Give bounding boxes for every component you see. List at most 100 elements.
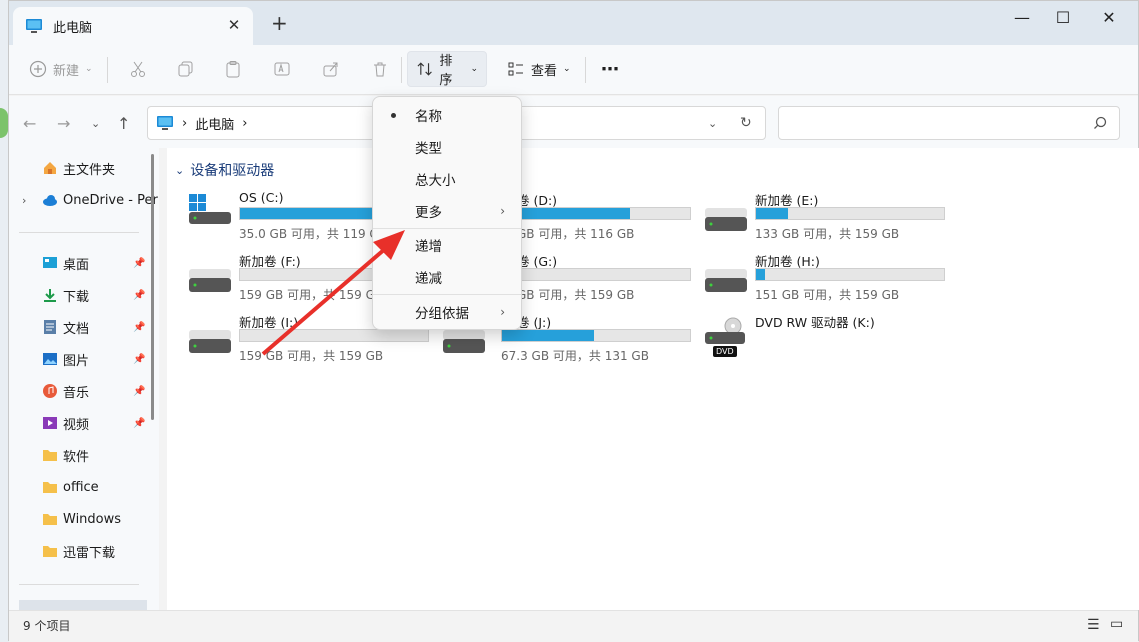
copy-button[interactable] (169, 51, 203, 87)
more-options-button[interactable]: ⋯ (593, 51, 627, 87)
menu-item-total-size[interactable]: 总大小 (373, 163, 521, 195)
content-scroll-area[interactable] (1129, 148, 1139, 610)
sidebar-scrollbar[interactable] (151, 154, 154, 420)
new-tab-button[interactable]: + (271, 13, 288, 33)
breadcrumb-separator: › (242, 115, 248, 131)
usage-bar (501, 207, 691, 220)
close-window-button[interactable]: ✕ (1086, 5, 1132, 31)
hard-drive-icon (443, 330, 485, 353)
sidebar-divider (19, 584, 139, 585)
tab-strip: 此电脑 ✕ + — ☐ ✕ (9, 1, 1138, 45)
view-button[interactable]: 查看 ⌄ (499, 51, 579, 87)
music-icon (43, 384, 57, 398)
search-input[interactable] (778, 106, 1120, 140)
file-list-pane: ⌄ 设备和驱动器 OS (C:) 35.0 GB 可用，共 119 GB 卷 (… (167, 148, 1139, 610)
view-list-icon (508, 62, 523, 76)
usage-bar (755, 207, 945, 220)
menu-item-type[interactable]: 类型 (373, 131, 521, 163)
annotation-arrow (261, 230, 405, 356)
tab-this-pc[interactable]: 此电脑 ✕ (13, 7, 253, 45)
menu-item-name[interactable]: 名称 (373, 99, 521, 131)
video-icon (43, 417, 57, 429)
breadcrumb-separator: › (182, 115, 188, 131)
toolbar-divider (107, 57, 108, 83)
sidebar-item-pictures[interactable]: 图片 📌 (9, 344, 159, 374)
folder-icon (43, 514, 57, 525)
clipboard-icon (226, 61, 240, 78)
sidebar-item-music[interactable]: 音乐 📌 (9, 376, 159, 406)
group-header-devices[interactable]: ⌄ 设备和驱动器 (175, 160, 274, 180)
tiles-view-icon[interactable]: ▭ (1110, 616, 1123, 632)
sidebar-item-documents[interactable]: 文档 📌 (9, 312, 159, 342)
pin-icon: 📌 (133, 417, 146, 429)
background-window-edge (0, 108, 8, 138)
recent-chevron-icon[interactable]: ⌄ (91, 117, 100, 130)
selected-bullet-icon (391, 112, 396, 118)
pin-icon: 📌 (133, 385, 146, 397)
view-label: 查看 (531, 63, 558, 79)
home-icon (44, 162, 56, 174)
sidebar-item-xunlei-downloads[interactable]: 迅雷下载 (9, 536, 159, 566)
copy-icon (178, 61, 193, 77)
folder-icon (43, 482, 57, 493)
refresh-icon[interactable]: ↻ (740, 115, 752, 131)
new-button[interactable]: 新建 ⌄ (21, 51, 101, 87)
sidebar-item-videos[interactable]: 视频 📌 (9, 408, 159, 438)
up-arrow-icon[interactable]: ↑ (117, 114, 130, 133)
cut-button[interactable] (121, 51, 155, 87)
sidebar-item-onedrive[interactable]: › OneDrive - Per (9, 185, 159, 215)
new-plus-icon (29, 60, 47, 78)
chevron-down-icon: ⌄ (470, 64, 478, 74)
delete-button[interactable] (363, 51, 397, 87)
sidebar-item-this-pc-selected[interactable] (19, 600, 147, 610)
group-title: 设备和驱动器 (190, 163, 275, 179)
scissors-icon (131, 61, 145, 77)
drive-e[interactable]: 新加卷 (E:) 133 GB 可用，共 159 GB (705, 190, 955, 246)
navigation-pane: 主文件夹 › OneDrive - Per 桌面 📌 下载 📌 文档 📌 图片 … (9, 148, 159, 610)
sort-button[interactable]: 排序 ⌄ (407, 51, 487, 88)
close-tab-icon[interactable]: ✕ (225, 16, 243, 34)
usage-bar (755, 268, 945, 281)
usage-fill (240, 208, 374, 219)
breadcrumb-this-pc[interactable]: 此电脑 (195, 114, 234, 133)
drive-k-dvd[interactable]: DVD DVD RW 驱动器 (K:) (705, 312, 955, 368)
minimize-button[interactable]: — (999, 5, 1045, 31)
toolbar-divider (585, 57, 586, 83)
sidebar-item-home[interactable]: 主文件夹 (9, 153, 159, 183)
chevron-down-icon: ⌄ (563, 64, 571, 74)
this-pc-icon (157, 116, 173, 130)
forward-arrow-icon[interactable]: → (57, 114, 70, 133)
download-icon (44, 289, 56, 302)
share-button[interactable] (314, 51, 348, 87)
drive-h[interactable]: 新加卷 (H:) 151 GB 可用，共 159 GB (705, 251, 955, 307)
back-arrow-icon[interactable]: ← (23, 114, 36, 133)
file-explorer-window: 此电脑 ✕ + — ☐ ✕ 新建 ⌄ 排序 ⌄ 查看 ⌄ ⋯ ← → ⌄ ↑ ›… (8, 0, 1139, 642)
sidebar-item-software[interactable]: 软件 (9, 440, 159, 470)
sidebar-item-desktop[interactable]: 桌面 📌 (9, 248, 159, 278)
tab-title: 此电脑 (53, 20, 93, 36)
sidebar-item-downloads[interactable]: 下载 📌 (9, 280, 159, 310)
dvd-badge: DVD (713, 346, 737, 357)
sort-label: 排序 (439, 54, 453, 88)
chevron-down-icon: ⌄ (85, 64, 93, 74)
navigation-bar: ← → ⌄ ↑ › 此电脑 › ⌄ ↻ (9, 96, 1138, 148)
pin-icon: 📌 (133, 257, 146, 269)
rename-icon (274, 62, 290, 76)
command-bar: 新建 ⌄ 排序 ⌄ 查看 ⌄ ⋯ (9, 45, 1138, 95)
address-dropdown-icon[interactable]: ⌄ (708, 117, 717, 130)
rename-button[interactable] (265, 51, 299, 87)
expand-chevron-icon[interactable]: › (22, 194, 26, 207)
new-label: 新建 (53, 63, 80, 79)
usage-fill (756, 208, 788, 219)
details-view-icon[interactable]: ☰ (1087, 617, 1100, 633)
cloud-icon (43, 195, 57, 206)
chevron-right-icon: › (500, 204, 505, 218)
hard-drive-icon (705, 208, 747, 231)
maximize-button[interactable]: ☐ (1040, 5, 1086, 31)
sidebar-item-windows[interactable]: Windows (9, 504, 159, 534)
sidebar-item-office[interactable]: office (9, 472, 159, 502)
pin-icon: 📌 (133, 289, 146, 301)
toolbar-divider (401, 57, 402, 83)
this-pc-icon (26, 19, 42, 33)
paste-button[interactable] (216, 51, 250, 87)
